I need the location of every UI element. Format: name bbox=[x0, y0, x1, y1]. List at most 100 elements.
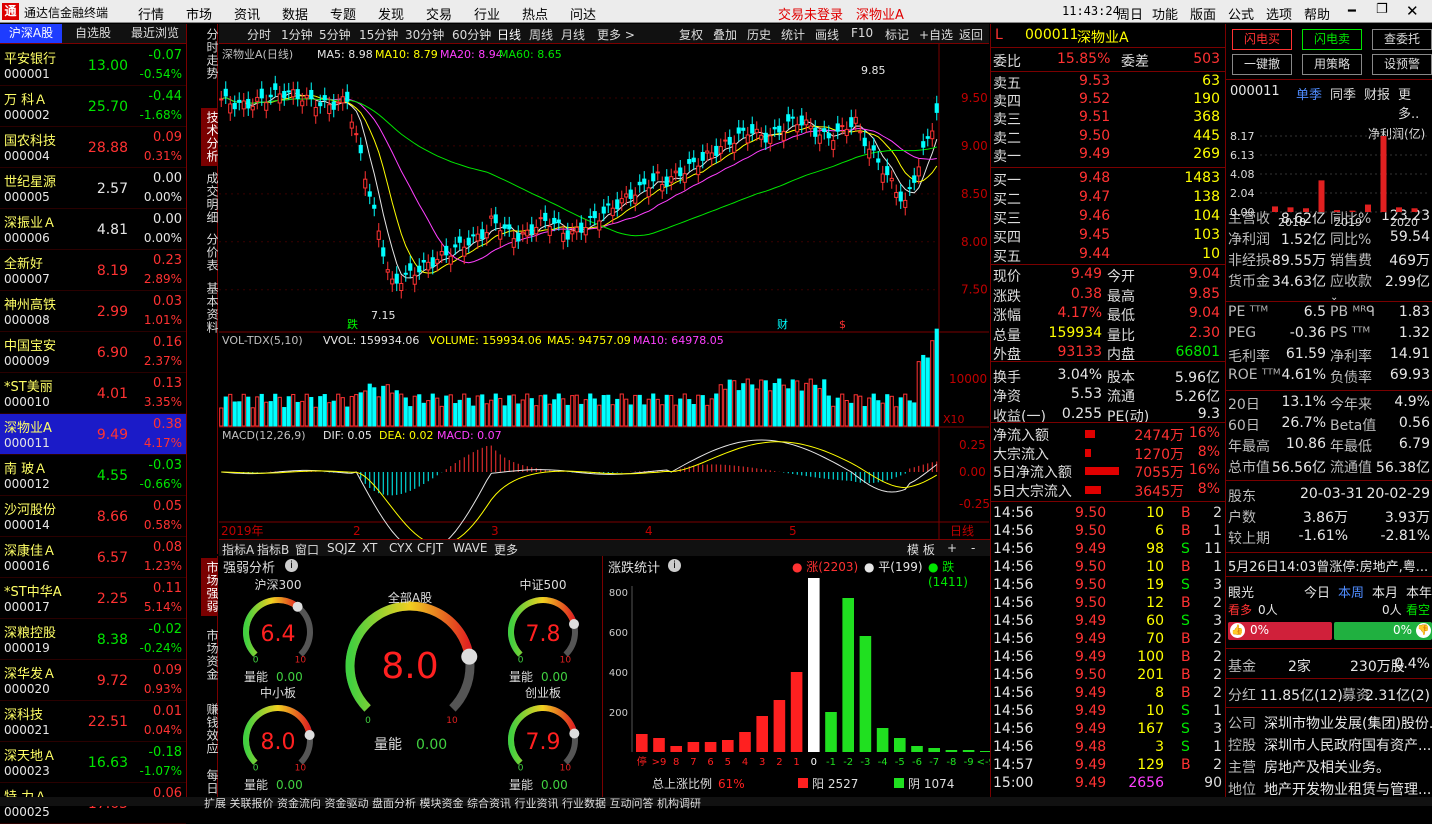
watchlist-row[interactable]: *ST中华A 000017 2.25 0.11 5.14% bbox=[0, 578, 186, 619]
menu-faxian[interactable]: 发现 bbox=[378, 4, 404, 23]
menu-jiaoyi[interactable]: 交易 bbox=[426, 4, 452, 23]
news-line[interactable]: 5月26日14:03曾涨停:房地产,粤... bbox=[1228, 556, 1432, 575]
menu-gongshi[interactable]: 公式 bbox=[1228, 4, 1254, 23]
tab-recent[interactable]: 最近浏览 bbox=[124, 24, 186, 43]
vtab-fenshi[interactable]: 分时走势 bbox=[201, 26, 219, 82]
menu-zixun[interactable]: 资讯 bbox=[234, 4, 260, 23]
vtab-market-fund[interactable]: 市场资金 bbox=[201, 626, 219, 684]
quote-row: 买五 9.44 10 bbox=[991, 246, 1224, 265]
toolbar-item[interactable]: 画线 bbox=[815, 26, 839, 43]
watchlist-row[interactable]: 深天地Ａ 000023 16.63 -0.18 -1.07% bbox=[0, 742, 186, 783]
f10-button[interactable]: 用策略 bbox=[1302, 54, 1362, 75]
tick-price: 9.49 bbox=[1075, 685, 1107, 701]
toolbar-item[interactable]: 历史 bbox=[747, 26, 771, 43]
vtab-profit-effect[interactable]: 赚钱效应 bbox=[201, 694, 219, 764]
watchlist-row[interactable]: 万 科Ａ 000002 25.70 -0.44 -1.68% bbox=[0, 86, 186, 127]
f10-tab[interactable]: 同季 bbox=[1330, 84, 1356, 103]
menu-xuanxiang[interactable]: 选项 bbox=[1266, 4, 1292, 23]
vtab-jishu[interactable]: 技术分析 bbox=[201, 108, 219, 166]
toolbar-item[interactable]: 复权 bbox=[679, 26, 703, 43]
f10-tab[interactable]: 单季 bbox=[1296, 84, 1322, 103]
toolbar-item[interactable]: +自选 bbox=[919, 26, 953, 43]
menu-zhuanti[interactable]: 专题 bbox=[330, 4, 356, 23]
vtab-fenjia[interactable]: 分价表 bbox=[201, 230, 219, 274]
f10-label: 净利率 bbox=[1330, 349, 1372, 365]
restore-icon[interactable]: ❐ bbox=[1376, 2, 1388, 17]
vtab-jiben[interactable]: 基本资料 bbox=[201, 280, 219, 336]
toolbar-item[interactable]: 更多 > bbox=[597, 26, 635, 43]
watchlist-row[interactable]: 深物业A 000011 9.49 0.38 4.17% bbox=[0, 414, 186, 455]
bottom-tabs[interactable]: 扩展 关联报价 资金流向 资金驱动 盘面分析 模块资金 综合资讯 行业资讯 行业… bbox=[204, 795, 701, 811]
menu-wenda[interactable]: 问达 bbox=[570, 4, 596, 23]
stock-price: 8.19 bbox=[96, 263, 128, 279]
menu-gongneng[interactable]: 功能 bbox=[1152, 4, 1178, 23]
indicator-tab[interactable]: SQJZ bbox=[327, 541, 356, 555]
close-icon[interactable]: ✕ bbox=[1406, 2, 1419, 20]
toolbar-item[interactable]: 60分钟 bbox=[452, 26, 491, 43]
tab-hushen-a[interactable]: 沪深A股 bbox=[0, 24, 62, 43]
watchlist-row[interactable]: 深华发Ａ 000020 9.72 0.09 0.93% bbox=[0, 660, 186, 701]
tab-zixuan[interactable]: 自选股 bbox=[62, 24, 124, 43]
watchlist-row[interactable]: 国农科技 000004 28.88 0.09 0.31% bbox=[0, 127, 186, 168]
watchlist-row[interactable]: 深振业Ａ 000006 4.81 0.00 0.00% bbox=[0, 209, 186, 250]
toolbar-item[interactable]: F10 bbox=[851, 26, 873, 40]
menu-shuju[interactable]: 数据 bbox=[282, 4, 308, 23]
watchlist-row[interactable]: 深粮控股 000019 8.38 -0.02 -0.24% bbox=[0, 619, 186, 660]
indicator-tab[interactable]: CFJT bbox=[417, 541, 443, 555]
watchlist-row[interactable]: *ST美丽 000010 4.01 0.13 3.35% bbox=[0, 373, 186, 414]
toolbar-item[interactable]: 周线 bbox=[529, 26, 553, 43]
vote-up-button[interactable]: 👍 0% bbox=[1228, 622, 1332, 640]
toolbar-item[interactable]: 分时 bbox=[247, 26, 271, 43]
f10-tab[interactable]: 更多.. bbox=[1398, 84, 1432, 122]
indicator-tab[interactable]: WAVE bbox=[453, 541, 487, 555]
vision-tab[interactable]: 今日 bbox=[1304, 582, 1330, 601]
watchlist-row[interactable]: 平安银行 000001 13.00 -0.07 -0.54% bbox=[0, 45, 186, 86]
f10-button[interactable]: 闪电买 bbox=[1232, 29, 1292, 50]
toolbar-item[interactable]: 月线 bbox=[561, 26, 585, 43]
watchlist-row[interactable]: 深科技 000021 22.51 0.01 0.04% bbox=[0, 701, 186, 742]
toolbar-item[interactable]: 1分钟 bbox=[281, 26, 313, 43]
menu-shichang[interactable]: 市场 bbox=[186, 4, 212, 23]
toolbar-item[interactable]: 返回 bbox=[959, 26, 983, 43]
watchlist-row[interactable]: 深康佳Ａ 000016 6.57 0.08 1.23% bbox=[0, 537, 186, 578]
kline-chart[interactable]: 9.509.008.508.007.50深物业A(日线) MA5: 8.98 MA1… bbox=[219, 44, 989, 540]
toolbar-item[interactable]: 日线 bbox=[497, 26, 521, 43]
vtab-daily[interactable]: 每日 bbox=[201, 768, 219, 796]
f10-button[interactable]: 查委托 bbox=[1372, 29, 1432, 50]
watchlist-row[interactable]: 世纪星源 000005 2.57 0.00 0.00% bbox=[0, 168, 186, 209]
watchlist-row[interactable]: 全新好 000007 8.19 0.23 2.89% bbox=[0, 250, 186, 291]
toolbar-item[interactable]: 统计 bbox=[781, 26, 805, 43]
indicator-tab[interactable]: CYX bbox=[389, 541, 413, 555]
toolbar-item[interactable]: 5分钟 bbox=[319, 26, 351, 43]
toolbar-item[interactable]: 30分钟 bbox=[405, 26, 444, 43]
indicator-tab[interactable]: - bbox=[971, 541, 975, 555]
trade-status[interactable]: 交易未登录 bbox=[778, 4, 843, 23]
vision-tab[interactable]: 本周 bbox=[1338, 582, 1364, 601]
f10-tab[interactable]: 财报 bbox=[1364, 84, 1390, 103]
menu-banmian[interactable]: 版面 bbox=[1190, 4, 1216, 23]
watchlist-row[interactable]: 南 玻Ａ 000012 4.55 -0.03 -0.66% bbox=[0, 455, 186, 496]
toolbar-item[interactable]: 叠加 bbox=[713, 26, 737, 43]
toolbar-item[interactable]: 15分钟 bbox=[359, 26, 398, 43]
vision-tab[interactable]: 本月 bbox=[1372, 582, 1398, 601]
menu-hangqing[interactable]: 行情 bbox=[138, 4, 164, 23]
volume-bar bbox=[484, 403, 489, 427]
menu-bangzhu[interactable]: 帮助 bbox=[1304, 4, 1330, 23]
vtab-market-strength[interactable]: 市场强弱 bbox=[201, 558, 219, 616]
vote-down-button[interactable]: 0% 👎 bbox=[1334, 622, 1432, 640]
f10-button[interactable]: 设预警 bbox=[1372, 54, 1432, 75]
f10-button[interactable]: 闪电卖 bbox=[1302, 29, 1362, 50]
menu-hangye[interactable]: 行业 bbox=[474, 4, 500, 23]
vision-tab[interactable]: 本年 bbox=[1406, 582, 1432, 601]
menu-redian[interactable]: 热点 bbox=[522, 4, 548, 23]
watchlist-row[interactable]: 中国宝安 000009 6.90 0.16 2.37% bbox=[0, 332, 186, 373]
f10-button[interactable]: 一键撤 bbox=[1232, 54, 1292, 75]
watchlist-row[interactable]: 沙河股份 000014 8.66 0.05 0.58% bbox=[0, 496, 186, 537]
vtab-chengjiao[interactable]: 成交明细 bbox=[201, 170, 219, 226]
watchlist-row[interactable]: 神州高铁 000008 2.99 0.03 1.01% bbox=[0, 291, 186, 332]
indicator-tab[interactable]: + bbox=[947, 541, 957, 555]
stock-pct: 2.37% bbox=[143, 354, 182, 368]
minimize-icon[interactable]: ━ bbox=[1348, 4, 1356, 19]
toolbar-item[interactable]: 标记 bbox=[885, 26, 909, 43]
indicator-tab[interactable]: XT bbox=[362, 541, 377, 555]
